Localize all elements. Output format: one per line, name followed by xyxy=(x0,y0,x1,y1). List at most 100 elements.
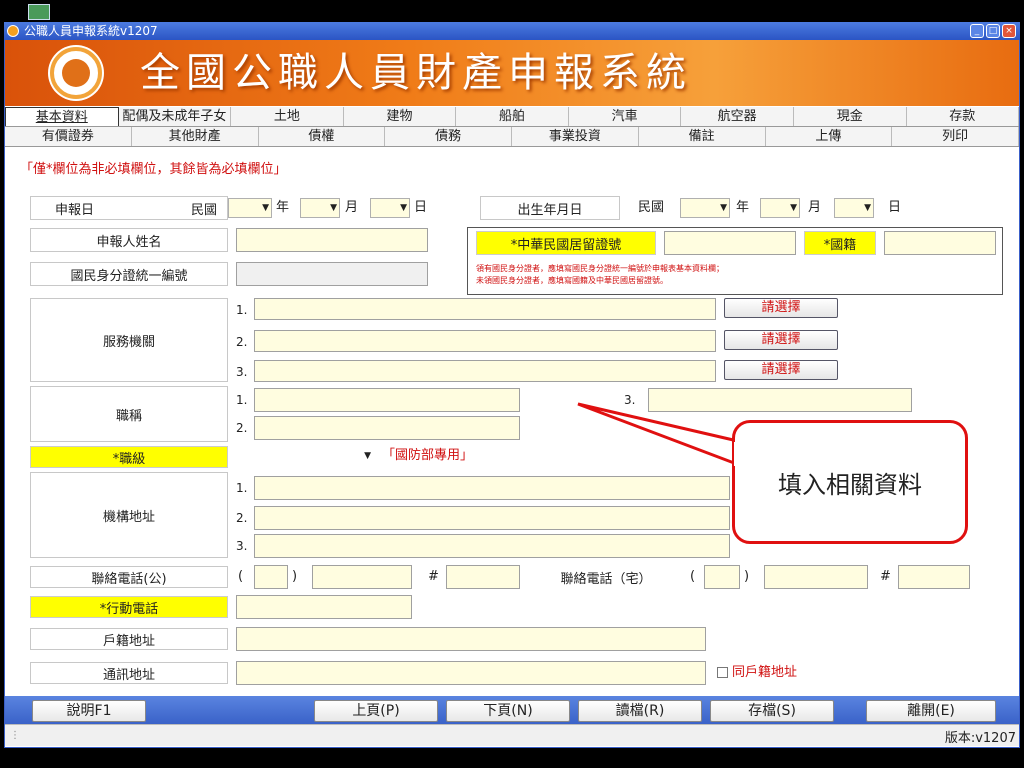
agency-num-1: 1. xyxy=(236,303,248,317)
mobile-phone-input[interactable] xyxy=(236,595,412,619)
prev-page-button[interactable]: 上頁(P) xyxy=(314,700,438,722)
tab-cars[interactable]: 汽車 xyxy=(568,107,682,126)
agency-input-1[interactable] xyxy=(254,298,716,320)
id-note-line-1: 領有國民身分證者，應填寫國民身分證統一編號於申報表基本資料欄； xyxy=(476,264,724,273)
same-address-checkbox[interactable] xyxy=(717,667,728,678)
tab-buildings[interactable]: 建物 xyxy=(343,107,457,126)
report-month-label: 月 xyxy=(345,200,359,215)
agency-num-2: 2. xyxy=(236,335,248,349)
help-button[interactable]: 說明F1 xyxy=(32,700,146,722)
tab-cash[interactable]: 現金 xyxy=(793,107,907,126)
tab-claims[interactable]: 債權 xyxy=(258,127,386,146)
agency-select-button-2[interactable]: 請選擇 xyxy=(724,330,838,350)
report-month-select[interactable]: ▼ xyxy=(300,198,340,218)
agency-address-label: 機構地址 xyxy=(30,472,228,558)
report-year-select[interactable]: ▼ xyxy=(228,198,272,218)
office-extension-input[interactable] xyxy=(446,565,520,589)
agency-address-input-3[interactable] xyxy=(254,534,730,558)
agency-select-button-1[interactable]: 請選擇 xyxy=(724,298,838,318)
national-id-input[interactable] xyxy=(236,262,428,286)
close-icon[interactable]: × xyxy=(1002,24,1016,38)
rank-select[interactable]: ▼ xyxy=(254,446,374,466)
tab-row-1: 基本資料 配偶及未成年子女 土地 建物 船舶 汽車 航空器 現金 存款 xyxy=(5,107,1020,127)
residence-permit-input[interactable] xyxy=(664,231,796,255)
office-phone-input[interactable] xyxy=(312,565,412,589)
rank-defense-note: 「國防部專用」 xyxy=(382,448,474,463)
banner-title: 全國公職人員財產申報系統 xyxy=(140,50,692,96)
birth-year-label: 年 xyxy=(736,200,750,215)
tab-upload[interactable]: 上傳 xyxy=(765,127,893,146)
window-controls: _ □ × xyxy=(970,24,1016,38)
tab-securities[interactable]: 有價證券 xyxy=(5,127,132,146)
birth-day-label: 日 xyxy=(888,200,902,215)
agency-address-input-1[interactable] xyxy=(254,476,730,500)
resize-grip-icon[interactable]: ⋮ xyxy=(10,730,20,741)
birth-day-select[interactable]: ▼ xyxy=(834,198,874,218)
office-area-rparen: ) xyxy=(292,569,298,584)
household-address-label: 戶籍地址 xyxy=(30,628,228,650)
tab-other-property[interactable]: 其他財產 xyxy=(131,127,259,146)
report-day-label: 日 xyxy=(414,200,428,215)
address-num-2: 2. xyxy=(236,511,248,525)
residence-permit-label: *中華民國居留證號 xyxy=(476,231,656,255)
agency-num-3: 3. xyxy=(236,365,248,379)
birth-date-label: 出生年月日 xyxy=(480,196,620,220)
agency-address-input-2[interactable] xyxy=(254,506,730,530)
save-file-button[interactable]: 存檔(S) xyxy=(710,700,834,722)
mailing-address-input[interactable] xyxy=(236,661,706,685)
job-title-input-1[interactable] xyxy=(254,388,520,412)
status-bar xyxy=(5,724,1019,746)
maximize-icon[interactable]: □ xyxy=(986,24,1000,38)
callout-box: 填入相關資料 xyxy=(732,420,968,544)
agency-select-button-3[interactable]: 請選擇 xyxy=(724,360,838,380)
nationality-input[interactable] xyxy=(884,231,996,255)
home-area-lparen: ( xyxy=(690,569,696,584)
job-title-label: 職稱 xyxy=(30,386,228,442)
home-extension-input[interactable] xyxy=(898,565,970,589)
title-num-3: 3. xyxy=(624,393,636,407)
emblem-inner xyxy=(62,59,90,87)
callout-seam xyxy=(734,442,744,466)
id-note-line-2: 未領國民身分證者，應填寫國籍及中華民國居留證號。 xyxy=(476,276,668,285)
office-phone-label: 聯絡電話(公) xyxy=(30,566,228,588)
job-title-input-3[interactable] xyxy=(648,388,912,412)
tab-investments[interactable]: 事業投資 xyxy=(512,127,639,146)
mobile-phone-label: *行動電話 xyxy=(30,596,228,618)
tab-debts[interactable]: 債務 xyxy=(385,127,512,146)
home-area-rparen: ) xyxy=(744,569,750,584)
tab-spouse-children[interactable]: 配偶及未成年子女 xyxy=(118,107,232,126)
tab-row-2: 有價證券 其他財產 債權 債務 事業投資 備註 上傳 列印 xyxy=(5,127,1019,147)
report-day-select[interactable]: ▼ xyxy=(370,198,410,218)
household-address-input[interactable] xyxy=(236,627,706,651)
report-date-minguo: 民國 xyxy=(190,202,217,218)
tab-remarks[interactable]: 備註 xyxy=(638,127,766,146)
desktop-app-icon[interactable] xyxy=(28,4,50,20)
agency-input-3[interactable] xyxy=(254,360,716,382)
agency-input-2[interactable] xyxy=(254,330,716,352)
birth-month-select[interactable]: ▼ xyxy=(760,198,800,218)
tab-print[interactable]: 列印 xyxy=(892,127,1019,146)
tab-basic-info[interactable]: 基本資料 xyxy=(5,107,119,126)
tab-aircraft[interactable]: 航空器 xyxy=(681,107,794,126)
home-phone-input[interactable] xyxy=(764,565,868,589)
tab-deposits[interactable]: 存款 xyxy=(906,107,1020,126)
title-bar: 公職人員申報系統v1207 xyxy=(4,22,1020,40)
exit-button[interactable]: 離開(E) xyxy=(866,700,996,722)
report-year-label: 年 xyxy=(276,200,290,215)
office-area-code-input[interactable] xyxy=(254,565,288,589)
office-area-lparen: ( xyxy=(238,569,244,584)
job-title-input-2[interactable] xyxy=(254,416,520,440)
tab-land[interactable]: 土地 xyxy=(231,107,344,126)
next-page-button[interactable]: 下頁(N) xyxy=(446,700,570,722)
title-num-2: 2. xyxy=(236,421,248,435)
tab-ships[interactable]: 船舶 xyxy=(456,107,569,126)
home-phone-label: 聯絡電話（宅） xyxy=(536,566,676,588)
nationality-label: *國籍 xyxy=(804,231,876,255)
home-area-code-input[interactable] xyxy=(704,565,740,589)
rank-label: *職級 xyxy=(30,446,228,468)
declarant-name-input[interactable] xyxy=(236,228,428,252)
minimize-icon[interactable]: _ xyxy=(970,24,984,38)
read-file-button[interactable]: 讀檔(R) xyxy=(578,700,702,722)
birth-year-select[interactable]: ▼ xyxy=(680,198,730,218)
version-label: 版本:v1207 xyxy=(944,731,1016,746)
